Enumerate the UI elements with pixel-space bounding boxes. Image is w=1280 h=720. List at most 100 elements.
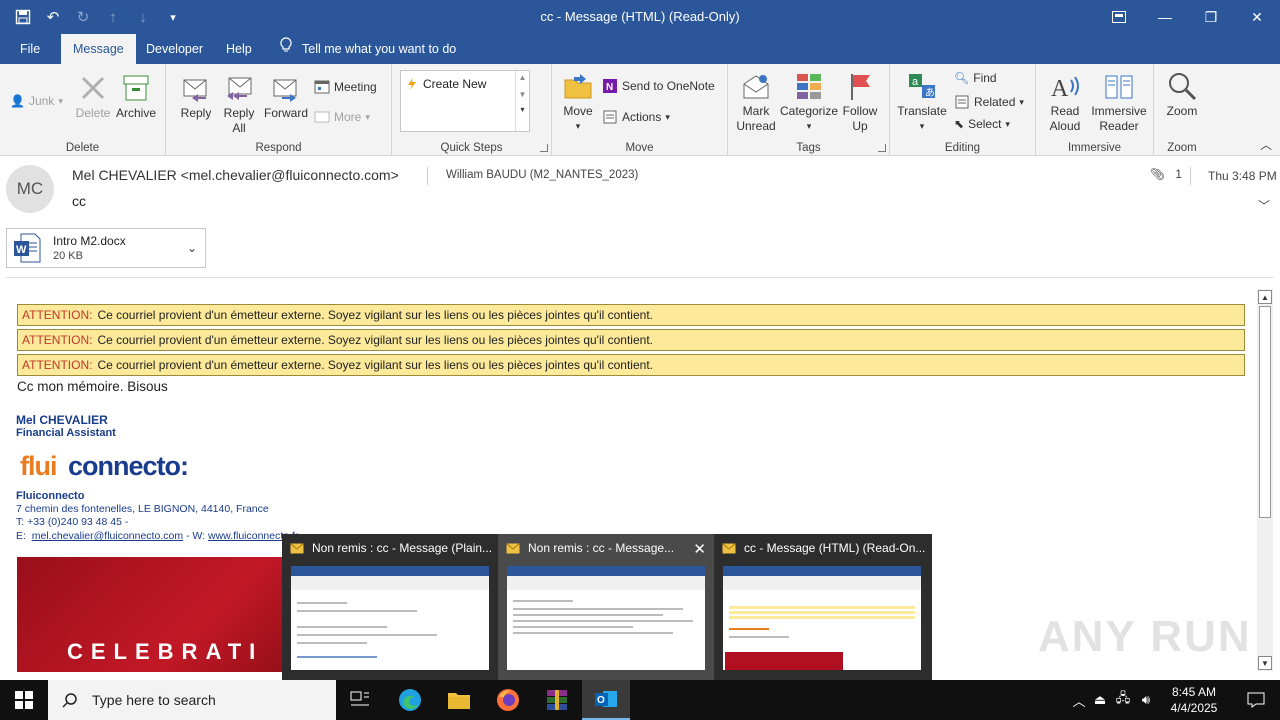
scroll-down-icon[interactable]: ▼ <box>1258 656 1272 670</box>
preview-thumbnail <box>507 566 705 670</box>
preview-title: Non remis : cc - Message (Plain... <box>312 541 493 555</box>
signature-email-link[interactable]: mel.chevalier@fluiconnecto.com <box>32 530 183 542</box>
taskbar-search[interactable]: Type here to search <box>48 680 336 720</box>
mark-unread-label-2: Unread <box>736 119 776 133</box>
tab-developer[interactable]: Developer <box>134 34 215 64</box>
ribbon-display-options-icon[interactable] <box>1096 0 1142 34</box>
ribbon-tabs: File Message Developer Help Tell me what… <box>0 34 1280 64</box>
notifications-icon[interactable] <box>1232 680 1280 720</box>
translate-button[interactable]: aあ Translate ▾ <box>896 70 948 134</box>
attachment-card[interactable]: W Intro M2.docx 20 KB ⌄ <box>6 228 206 268</box>
minimize-icon[interactable]: — <box>1142 0 1188 34</box>
reply-button[interactable]: Reply <box>178 72 214 121</box>
reply-all-label-2: All <box>232 121 246 135</box>
signature-phone: T: +33 (0)240 93 48 45 - <box>16 516 129 528</box>
tab-file[interactable]: File <box>8 34 52 64</box>
tags-launcher-icon[interactable] <box>878 144 886 152</box>
forward-label: Forward <box>263 106 308 120</box>
close-icon[interactable]: ✕ <box>693 540 706 558</box>
meeting-button[interactable]: Meeting <box>314 79 377 95</box>
chevron-down-icon: ▾ <box>58 95 63 106</box>
mark-unread-icon <box>743 75 769 99</box>
read-aloud-button[interactable]: A Read Aloud <box>1044 70 1086 134</box>
send-to-onenote-label: Send to OneNote <box>622 79 715 93</box>
mark-unread-button[interactable]: Mark Unread <box>734 70 778 134</box>
quick-steps-launcher-icon[interactable] <box>540 144 548 152</box>
vertical-scrollbar[interactable]: ▲ ▼ <box>1257 289 1273 671</box>
quick-steps-scroll[interactable]: ▲ ▼ ▾ <box>515 71 529 131</box>
avatar[interactable]: MC <box>6 165 54 213</box>
network-icon[interactable]: 🖧︎ <box>1112 689 1134 711</box>
taskbar-clock[interactable]: 8:45 AM 4/4/2025 <box>1168 684 1220 716</box>
read-aloud-label-1: Read <box>1050 104 1080 118</box>
scroll-down-icon[interactable]: ▼ <box>516 90 529 99</box>
chevron-down-icon: ▾ <box>806 121 812 131</box>
move-group-label: Move <box>625 142 654 154</box>
taskbar-thumbnail-previews: Non remis : cc - Message (Plain... Non r… <box>282 534 932 680</box>
restore-icon[interactable]: ❐ <box>1188 0 1234 34</box>
junk-button[interactable]: 👤 Junk ▾ <box>10 94 63 108</box>
winrar-icon[interactable] <box>533 680 581 720</box>
windows-logo-icon <box>15 691 33 709</box>
firefox-icon[interactable] <box>484 680 532 720</box>
svg-text:N: N <box>606 82 613 93</box>
preview-header: Non remis : cc - Message (Plain... <box>290 541 492 555</box>
windows-start-button[interactable] <box>0 680 48 720</box>
file-explorer-icon[interactable] <box>435 680 483 720</box>
tab-help[interactable]: Help <box>214 34 264 64</box>
archive-button[interactable]: Archive <box>114 72 158 121</box>
reply-all-button[interactable]: Reply All <box>220 72 258 136</box>
actions-icon <box>603 110 617 124</box>
gallery-expand-icon[interactable]: ▾ <box>516 105 529 114</box>
search-icon <box>62 693 77 708</box>
tags-group: Mark Unread Categorize ▾ Follow Up Tags <box>728 64 890 156</box>
scroll-thumb[interactable] <box>1259 306 1271 518</box>
preview-title: Non remis : cc - Message... <box>528 541 675 555</box>
preview-window[interactable]: Non remis : cc - Message (Plain... <box>282 534 498 680</box>
divider <box>1190 167 1191 185</box>
follow-up-button[interactable]: Follow Up <box>840 70 880 134</box>
preview-window[interactable]: cc - Message (HTML) (Read-On... <box>714 534 930 680</box>
close-icon[interactable]: ✕ <box>1234 0 1280 34</box>
find-button[interactable]: 🔍︎ Find <box>954 71 997 85</box>
tell-me-search[interactable]: Tell me what you want to do <box>280 34 456 64</box>
delete-icon <box>81 76 105 100</box>
task-view-icon[interactable] <box>336 680 384 720</box>
chevron-down-icon[interactable]: ⌄ <box>187 241 197 255</box>
tab-message[interactable]: Message <box>61 34 136 64</box>
immersive-reader-button[interactable]: Immersive Reader <box>1088 70 1150 134</box>
show-hidden-icons-icon[interactable]: ︿ <box>1070 691 1088 710</box>
more-respond-button[interactable]: More ▾ <box>314 109 370 125</box>
volume-icon[interactable]: 🔊︎ <box>1134 692 1158 708</box>
sender[interactable]: Mel CHEVALIER <mel.chevalier@fluiconnect… <box>72 167 399 183</box>
select-button[interactable]: ⬉ Select ▾ <box>954 117 1010 131</box>
immersive-reader-icon <box>1105 75 1133 99</box>
move-button[interactable]: Move ▾ <box>560 70 596 134</box>
expand-header-icon[interactable]: ﹀ <box>1258 197 1270 214</box>
forward-icon <box>273 79 297 102</box>
lightning-icon <box>408 78 416 90</box>
outlook-icon[interactable]: O <box>582 680 630 720</box>
delete-button[interactable]: Delete <box>74 72 112 121</box>
usb-device-icon[interactable]: ⏏ <box>1088 692 1112 708</box>
edge-browser-icon[interactable] <box>386 680 434 720</box>
scroll-up-icon[interactable]: ▲ <box>1258 290 1272 304</box>
preview-window[interactable]: Non remis : cc - Message... ✕ <box>498 534 714 680</box>
send-to-onenote-button[interactable]: N Send to OneNote <box>602 78 715 94</box>
forward-button[interactable]: Forward <box>262 72 310 121</box>
actions-button[interactable]: Actions ▾ <box>602 109 670 125</box>
zoom-button[interactable]: Zoom <box>1164 70 1200 119</box>
recipient[interactable]: William BAUDU (M2_NANTES_2023) <box>446 169 638 181</box>
svg-text:A: A <box>1051 76 1069 102</box>
categorize-button[interactable]: Categorize ▾ <box>780 70 838 134</box>
scroll-up-icon[interactable]: ▲ <box>516 73 529 82</box>
promo-banner[interactable]: CELEBRATI <box>17 557 317 672</box>
translate-icon: aあ <box>909 74 935 99</box>
window-title: cc - Message (HTML) (Read-Only) <box>540 9 740 24</box>
create-new-quick-step[interactable]: Create New <box>407 77 486 91</box>
move-group: Move ▾ N Send to OneNote Actions ▾ Move <box>552 64 728 156</box>
related-button[interactable]: Related ▾ <box>954 94 1024 110</box>
actions-label: Actions <box>622 110 662 124</box>
collapse-ribbon-icon[interactable]: ︿ <box>1260 136 1272 153</box>
preview-thumbnail <box>723 566 921 670</box>
